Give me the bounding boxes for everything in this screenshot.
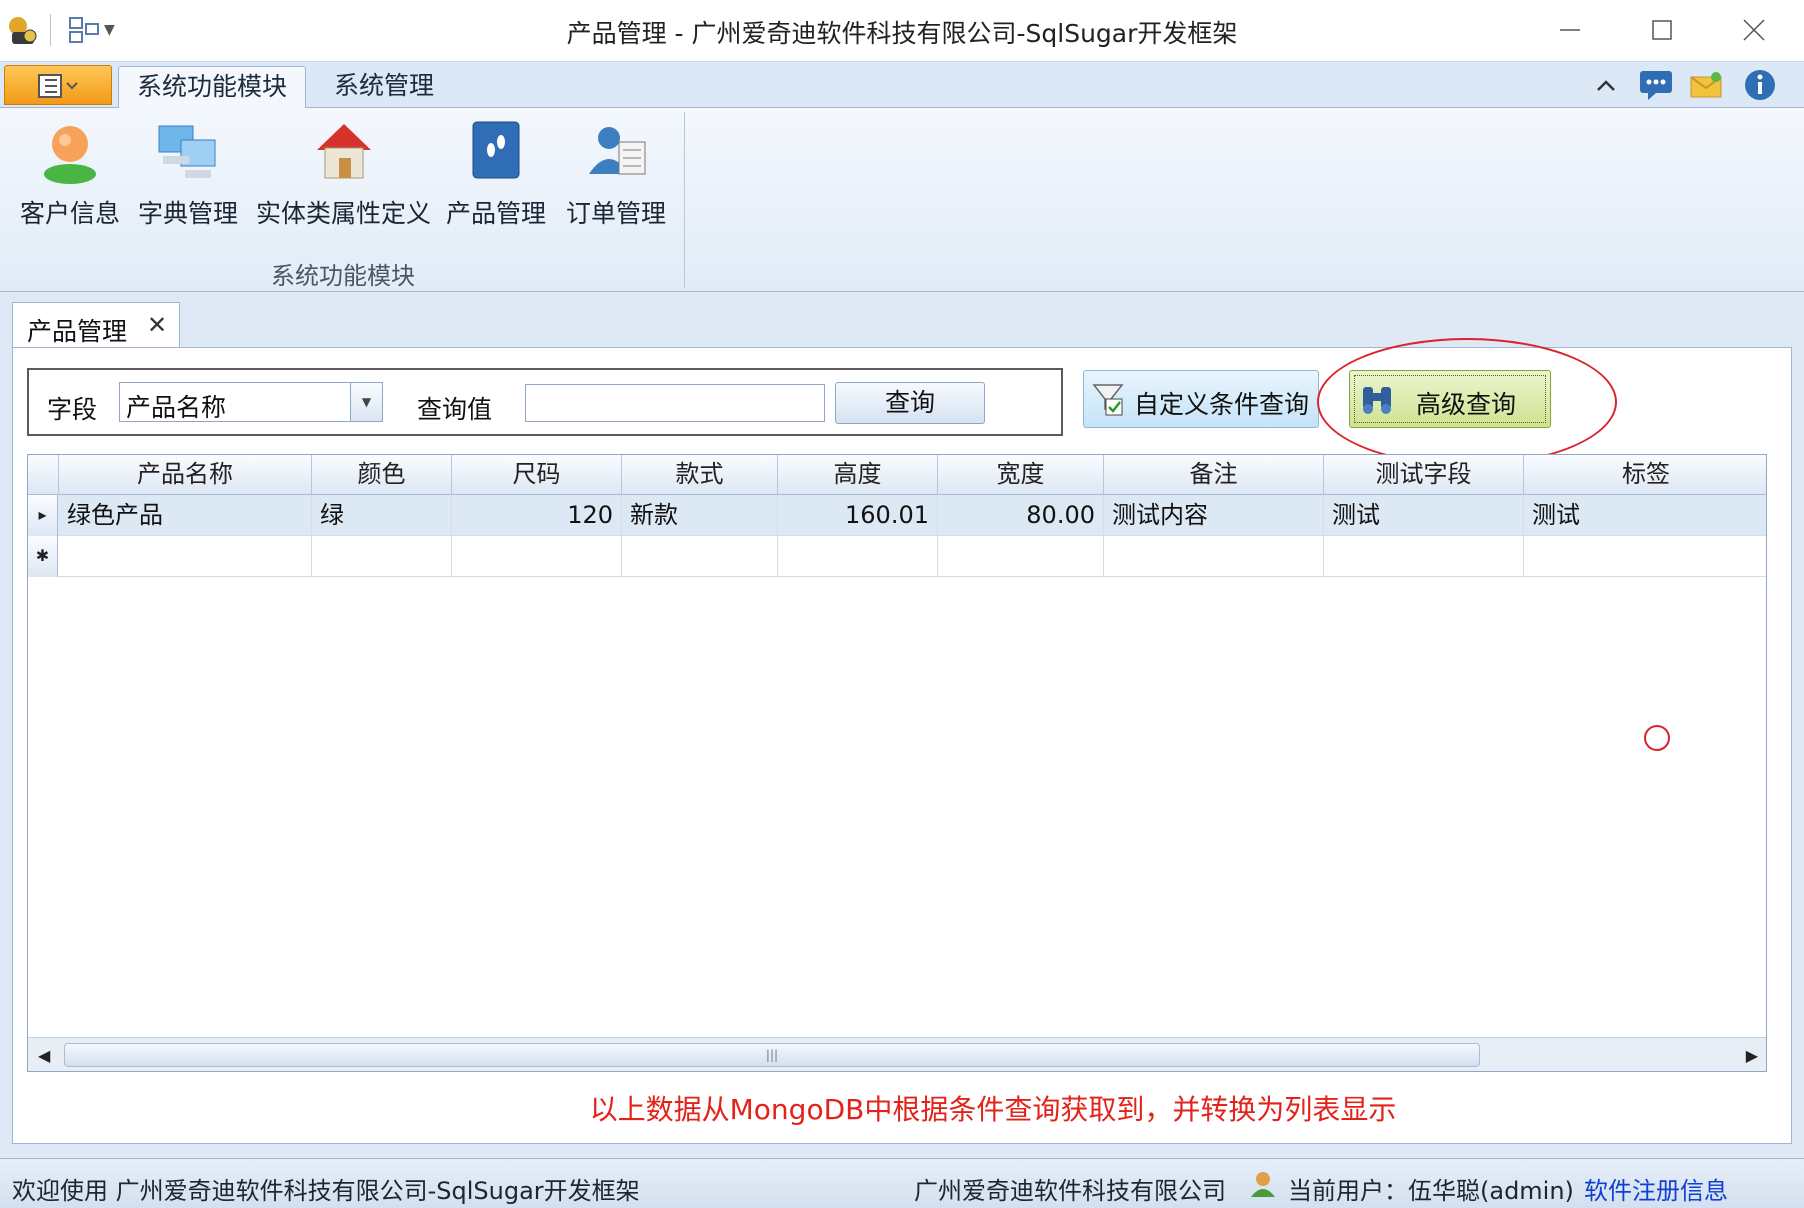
table-row[interactable]: ▸ 绿色产品 绿 120 新款 160.01 80.00 测试内容 测试 测试: [28, 495, 1766, 536]
annotation-highlight-ellipse: [1317, 338, 1617, 466]
column-header[interactable]: 产品名称: [59, 455, 312, 495]
table-cell[interactable]: 测试: [1524, 495, 1766, 536]
ribbon-button-product-management[interactable]: 产品管理: [446, 118, 546, 238]
search-button[interactable]: 查询: [835, 382, 985, 424]
table-cell[interactable]: [1324, 536, 1524, 577]
column-header[interactable]: 测试字段: [1324, 455, 1524, 495]
chevron-down-icon[interactable]: ▼: [350, 383, 382, 421]
table-cell[interactable]: [312, 536, 452, 577]
product-icon: [472, 121, 520, 179]
table-cell[interactable]: [1524, 536, 1766, 577]
current-user: 伍华聪(admin): [1408, 1177, 1574, 1205]
app-menu-icon: [38, 74, 78, 98]
new-row[interactable]: ✱: [28, 536, 1766, 577]
maximize-button[interactable]: [1632, 10, 1692, 50]
ribbon-button-dictionary[interactable]: 字典管理: [138, 118, 238, 238]
doc-tab-close-icon[interactable]: ✕: [147, 311, 167, 339]
column-header[interactable]: 标签: [1524, 455, 1766, 495]
column-header[interactable]: 尺码: [452, 455, 622, 495]
order-icon: [589, 127, 646, 175]
new-row-indicator: ✱: [28, 536, 58, 577]
query-panel: 字段 产品名称 ▼ 查询值 查询: [27, 368, 1063, 436]
table-cell[interactable]: 绿: [312, 495, 452, 536]
minimize-button[interactable]: [1540, 10, 1600, 50]
maximize-icon: [1652, 20, 1672, 40]
grid-header: 产品名称 颜色 尺码 款式 高度 宽度 备注 测试字段 标签: [28, 455, 1766, 495]
tab-system-function-modules[interactable]: 系统功能模块: [118, 66, 306, 109]
ribbon-panel: 客户信息 字典管理 实体类属性定义 产品管理 订单管理 系统功能模块: [0, 108, 1804, 292]
ribbon-button-order-management[interactable]: 订单管理: [566, 118, 666, 238]
table-cell[interactable]: 120: [452, 495, 622, 536]
ribbon-group-label: 系统功能模块: [271, 262, 415, 290]
custom-query-button[interactable]: 自定义条件查询: [1083, 370, 1319, 428]
query-value-input[interactable]: [525, 384, 825, 422]
field-label: 字段: [47, 395, 98, 424]
annotation-cursor-circle: [1644, 725, 1670, 751]
column-header[interactable]: 备注: [1104, 455, 1324, 495]
tab-system-management[interactable]: 系统管理: [316, 66, 452, 108]
table-cell[interactable]: 80.00: [938, 495, 1104, 536]
user-icon: [1251, 1172, 1275, 1197]
message-icon[interactable]: [1638, 68, 1674, 102]
house-icon: [316, 124, 371, 179]
ribbon-button-customer-info[interactable]: 客户信息: [20, 118, 120, 238]
ribbon-button-label: 产品管理: [446, 199, 547, 228]
content-area: 字段 产品名称 ▼ 查询值 查询 自定义条件查询 高级查询 产品名称 颜色 尺码…: [12, 338, 1792, 1144]
register-info-link[interactable]: 软件注册信息: [1584, 1171, 1728, 1206]
filter-check-icon: [1092, 384, 1124, 416]
table-cell[interactable]: 测试内容: [1104, 495, 1324, 536]
scroll-right-icon[interactable]: ▶: [1746, 1046, 1758, 1065]
dictionary-icon: [158, 125, 216, 178]
table-cell[interactable]: [452, 536, 622, 577]
current-user-label: 当前用户：: [1288, 1177, 1408, 1205]
query-value-label: 查询值: [417, 395, 493, 424]
table-cell[interactable]: 绿色产品: [59, 495, 312, 536]
scrollbar-thumb[interactable]: |||: [64, 1043, 1480, 1067]
column-header[interactable]: 高度: [778, 455, 938, 495]
scroll-left-icon[interactable]: ◀: [38, 1046, 50, 1065]
ribbon-button-label: 订单管理: [566, 199, 667, 228]
status-company: 广州爱奇迪软件科技有限公司: [914, 1177, 1226, 1205]
ribbon-group-separator: [684, 112, 685, 288]
document-tab-strip: 产品管理 ✕: [0, 292, 1804, 350]
mail-icon[interactable]: [1688, 68, 1724, 102]
custom-query-label: 自定义条件查询: [1134, 390, 1310, 419]
app-menu-button[interactable]: [4, 65, 112, 105]
customer-icon: [44, 126, 96, 184]
table-cell[interactable]: 测试: [1324, 495, 1524, 536]
close-icon: [1743, 19, 1765, 41]
column-header[interactable]: 宽度: [938, 455, 1104, 495]
close-button[interactable]: [1724, 10, 1784, 50]
table-cell[interactable]: [938, 536, 1104, 577]
doc-tab-product-management[interactable]: 产品管理 ✕: [12, 302, 180, 350]
grid-corner: [28, 455, 59, 495]
horizontal-scrollbar[interactable]: ◀ ||| ▶: [28, 1037, 1766, 1071]
collapse-ribbon-icon[interactable]: [1588, 68, 1624, 102]
ribbon-button-label: 字典管理: [138, 199, 239, 228]
data-grid[interactable]: 产品名称 颜色 尺码 款式 高度 宽度 备注 测试字段 标签 ▸ 绿色产品 绿 …: [27, 454, 1767, 1072]
field-select-value: 产品名称: [126, 393, 227, 422]
current-row-indicator: ▸: [28, 495, 58, 536]
ribbon-tab-strip: 系统功能模块 系统管理: [0, 62, 1804, 109]
table-cell[interactable]: 新款: [622, 495, 778, 536]
ribbon-button-entity-properties[interactable]: 实体类属性定义: [256, 118, 431, 238]
doc-tab-label: 产品管理: [27, 317, 128, 346]
info-icon[interactable]: [1742, 68, 1778, 102]
table-cell[interactable]: [1104, 536, 1324, 577]
status-bar: 欢迎使用 广州爱奇迪软件科技有限公司-SqlSugar开发框架 广州爱奇迪软件科…: [0, 1158, 1804, 1208]
ribbon-button-label: 实体类属性定义: [256, 199, 432, 228]
title-bar: ▼ 产品管理 - 广州爱奇迪软件科技有限公司-SqlSugar开发框架: [0, 0, 1804, 62]
annotation-note: 以上数据从MongoDB中根据条件查询获取到，并转换为列表显示: [589, 1093, 1397, 1126]
table-cell[interactable]: 160.01: [778, 495, 938, 536]
field-select[interactable]: 产品名称 ▼: [119, 382, 383, 422]
table-cell[interactable]: [778, 536, 938, 577]
ribbon-button-label: 客户信息: [20, 199, 121, 228]
status-welcome: 欢迎使用 广州爱奇迪软件科技有限公司-SqlSugar开发框架: [12, 1177, 640, 1205]
window-title: 产品管理 - 广州爱奇迪软件科技有限公司-SqlSugar开发框架: [566, 19, 1238, 48]
column-header[interactable]: 款式: [622, 455, 778, 495]
minimize-icon: [1560, 29, 1580, 31]
column-header[interactable]: 颜色: [312, 455, 452, 495]
table-cell[interactable]: [622, 536, 778, 577]
table-cell[interactable]: [59, 536, 312, 577]
